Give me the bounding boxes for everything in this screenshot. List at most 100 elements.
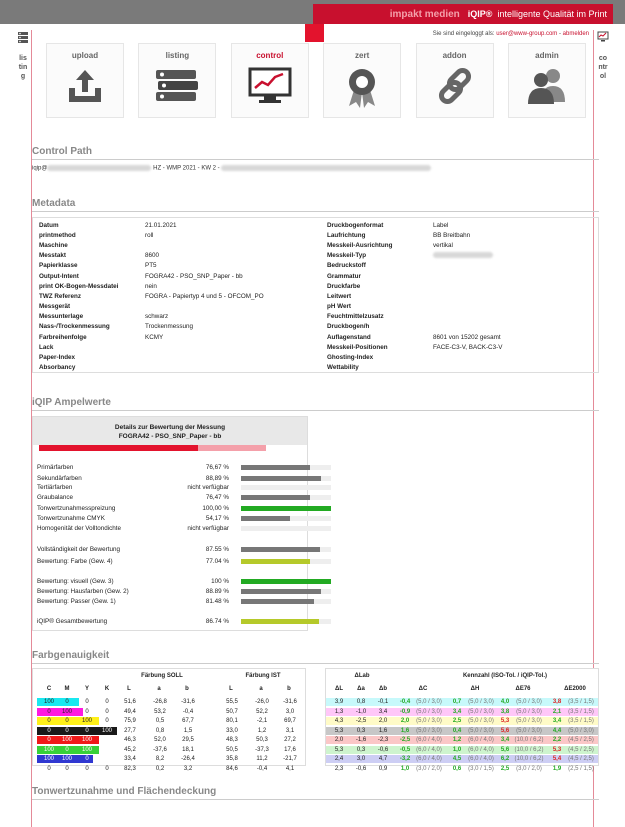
metadata-key: Papierklasse — [39, 262, 78, 270]
lab-value: 3,1 — [285, 727, 295, 734]
kennzahl-value: 5,6 — [500, 727, 510, 734]
kennzahl-value: 0,7 — [452, 699, 462, 705]
ampel-row-label: iQIP® Gesamtbewertung — [37, 618, 108, 625]
delta-value: -2,3 — [377, 737, 389, 743]
nav-tile-upload[interactable]: upload — [46, 43, 124, 118]
nav-tile-label[interactable]: zert — [355, 51, 369, 60]
nav-tile-control[interactable]: control — [230, 43, 309, 118]
metadata-key: Bedruckstoff — [327, 262, 366, 270]
ampel-bar-fill — [241, 619, 320, 624]
delta-value: 4,7 — [378, 756, 388, 762]
rail-label-listing[interactable]: listing — [18, 54, 28, 81]
cmyk-value: 100 — [101, 727, 112, 734]
kennzahl-tolerance: (5,0 / 3,0) — [468, 708, 494, 715]
section-title-farb: Farbgenauigkeit — [32, 650, 110, 661]
logout-link[interactable]: abmelden — [563, 31, 589, 37]
nav-tile-admin[interactable]: admin — [507, 43, 586, 118]
kennzahl-tolerance: (6,0 / 4,0) — [468, 746, 494, 753]
color-accuracy-table-right: ΔLab Kennzahl (ISO-Tol. / iQIP-Tol.) ΔL Δa Δ… — [325, 668, 599, 772]
metadata-key: pH Wert — [327, 303, 352, 311]
lab-value: 1,2 — [257, 727, 267, 734]
metadata-key: Messtakt — [39, 252, 66, 260]
column-header: ΔE2000 — [564, 686, 586, 692]
kennzahl-value: 2,2 — [552, 737, 562, 743]
kennzahl-value: 1,2 — [452, 737, 462, 743]
lab-value: 29,5 — [182, 737, 194, 743]
metadata-value: nein — [145, 282, 157, 290]
soll-header: Färbung SOLL — [141, 673, 183, 679]
metadata-value: vertikal — [433, 241, 453, 249]
nav-tile-listing[interactable]: listing — [138, 43, 217, 118]
rail-label-control[interactable]: control — [598, 54, 608, 81]
kennzahl-value: 3,8 — [552, 699, 562, 705]
ampel-row-percent: 87.55 % — [205, 546, 229, 553]
lab-value: -21,7 — [283, 756, 297, 762]
binders-icon[interactable] — [17, 30, 29, 44]
main-nav: upload listing control zert addon admin — [46, 43, 586, 118]
lab-value: 84,6 — [226, 765, 238, 772]
ampel-bar-fill — [241, 506, 331, 511]
kennzahl-value: -0,5 — [399, 746, 411, 753]
ampel-row-percent: nicht verfügbar — [187, 484, 229, 491]
kennzahl-value: -2,5 — [399, 737, 411, 743]
divider — [32, 663, 599, 664]
nav-tile-zert[interactable]: zert — [323, 43, 402, 118]
lab-value: 3,0 — [285, 708, 295, 715]
ampel-bar-track — [241, 465, 331, 470]
ampel-row-label: Bewertung: visuell (Gew. 3) — [37, 578, 114, 585]
divider — [32, 211, 599, 212]
delta-value: 2,4 — [334, 756, 344, 762]
lab-value: 50,5 — [226, 746, 238, 753]
ampel-row-label: Tonwertzunahmesspreizung — [37, 505, 116, 512]
nav-tile-addon[interactable]: addon — [415, 43, 494, 118]
lab-value: 50,3 — [256, 737, 268, 743]
kennzahl-tolerance: (3,0 / 1,5) — [468, 765, 494, 772]
nav-tile-label[interactable]: control — [256, 51, 283, 60]
ampel-bar-track — [241, 495, 331, 500]
column-header: b — [185, 686, 189, 692]
ampel-bar-track — [241, 506, 331, 511]
ampel-row-label: Bewertung: Farbe (Gew. 4) — [37, 558, 113, 565]
delta-value: 4,3 — [334, 718, 344, 724]
column-header: Δa — [357, 686, 365, 692]
metadata-row: Leitwert — [323, 291, 603, 301]
ampel-bar-track — [241, 516, 331, 521]
nav-tile-label[interactable]: listing — [166, 51, 190, 60]
delta-value: 2,0 — [334, 737, 344, 743]
kennzahl-value: 2,5 — [500, 765, 510, 772]
column-header: ΔE76 — [515, 686, 531, 692]
delta-value: 0,9 — [378, 765, 388, 772]
left-rail[interactable]: listing — [14, 30, 32, 827]
ampel-row: iQIP® Gesamtbewertung 86.74 % — [33, 617, 331, 626]
metadata-value: Label — [433, 221, 449, 229]
ampel-row-percent: 81.48 % — [205, 598, 229, 605]
product-name: iQIP® — [467, 9, 493, 19]
dlab-header: ΔLab — [354, 673, 370, 679]
ampel-panel: Details zur Bewertung der Messung FOGRA4… — [32, 416, 331, 631]
cmyk-value: 0 — [105, 746, 109, 753]
login-status: Sie sind eingeloggt als: user@www-group.… — [433, 31, 589, 37]
nav-tile-label[interactable]: admin — [535, 51, 559, 60]
ampel-bar-fill — [241, 495, 310, 500]
ampel-row-percent: 88,89 % — [205, 475, 229, 482]
kennzahl-tolerance: (5,0 / 3,0) — [416, 727, 442, 734]
kennzahl-value: -3,2 — [399, 756, 411, 762]
metadata-key: Farbreihenfolge — [39, 333, 87, 341]
lab-value: 53,2 — [154, 708, 166, 715]
red-marker — [305, 24, 324, 42]
nav-tile-label[interactable]: addon — [443, 51, 467, 60]
kennzahl-tolerance: (3,5 / 1,5) — [568, 708, 594, 715]
nav-tile-label[interactable]: upload — [72, 51, 98, 60]
metadata-key: Nass-/Trockenmessung — [39, 323, 110, 331]
kennzahl-tolerance: (5,0 / 3,0) — [516, 718, 542, 724]
ampel-row-label: Bewertung: Hausfarben (Gew. 2) — [37, 588, 129, 595]
metadata-key: Datum — [39, 221, 59, 229]
kennzahl-tolerance: (3,0 / 2,0) — [416, 765, 442, 772]
column-header: Δb — [379, 686, 387, 692]
ampel-row: Bewertung: Hausfarben (Gew. 2) 88.89 % — [33, 587, 331, 596]
kennzahl-tolerance: (5,0 / 3,0) — [516, 708, 542, 715]
overall-score-remainder — [198, 445, 267, 451]
monitor-chart-icon[interactable] — [597, 30, 609, 44]
ampel-header-title: Details zur Bewertung der Messung — [114, 424, 226, 431]
lab-value: 27,7 — [124, 727, 136, 734]
